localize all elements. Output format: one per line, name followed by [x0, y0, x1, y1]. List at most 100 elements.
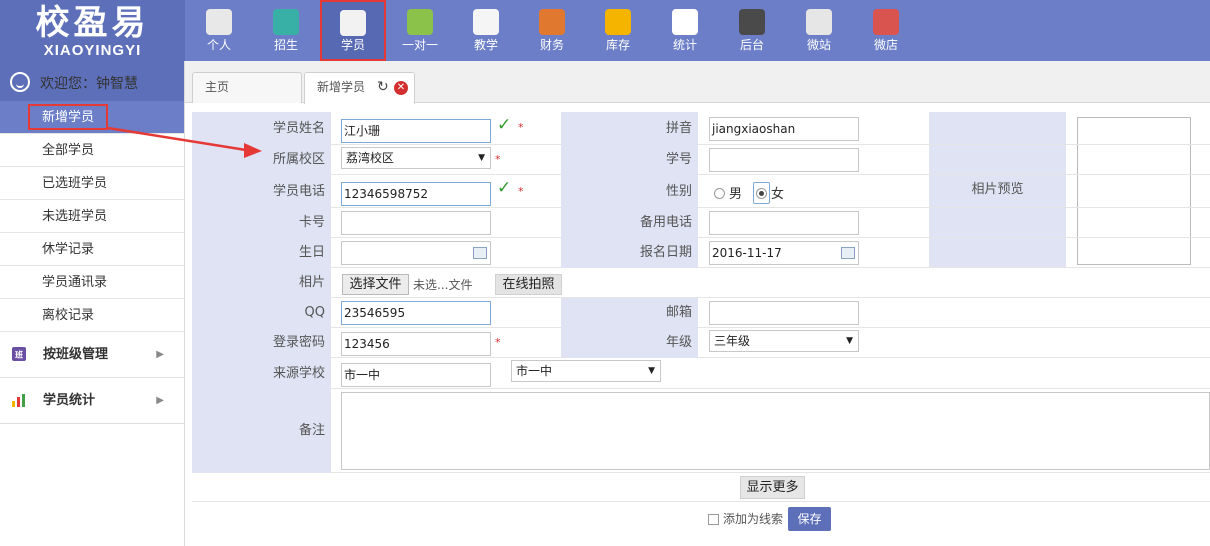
tab-label: 主页: [205, 80, 230, 94]
birthday-input[interactable]: [341, 241, 491, 265]
pie-chart-icon: [605, 9, 631, 35]
online-photo-button[interactable]: 在线拍照: [495, 274, 562, 295]
email-label: 邮箱: [561, 298, 698, 328]
check-icon: ✓: [497, 178, 512, 198]
sidebar-group-label: 按班级管理: [43, 347, 109, 362]
gender-female-radio[interactable]: [756, 188, 767, 199]
sidebar-group-student-stats[interactable]: 学员统计 ▶: [0, 378, 184, 424]
school-input[interactable]: 市一中: [341, 363, 491, 387]
grade-select[interactable]: 三年级 ▼: [709, 330, 859, 352]
nav-item-9[interactable]: 微站: [786, 0, 852, 61]
phone-label: 学员电话: [192, 175, 331, 208]
nav-label: 微站: [806, 38, 831, 52]
qq-input[interactable]: 23546595: [341, 301, 491, 325]
nav-item-10[interactable]: 微店: [853, 0, 919, 61]
password-label: 登录密码: [192, 328, 331, 358]
smiley-icon: [10, 72, 30, 92]
calendar-icon[interactable]: [841, 247, 855, 259]
gender-male-radio[interactable]: [714, 188, 725, 199]
campus-label: 所属校区: [192, 145, 331, 175]
pinyin-input[interactable]: jiangxiaoshan: [709, 117, 859, 141]
campus-select[interactable]: 荔湾校区 ▼: [341, 147, 491, 169]
welcome-text: 欢迎您：钟智慧: [40, 76, 138, 92]
required-mark: *: [518, 185, 524, 198]
chevron-down-icon: ▼: [478, 153, 485, 163]
nav-item-8[interactable]: 后台: [719, 0, 785, 61]
chevron-right-icon: ▶: [156, 349, 164, 360]
nav-item-6[interactable]: 库存: [585, 0, 651, 61]
nav-label: 学员: [340, 38, 365, 52]
save-button[interactable]: 保存: [788, 507, 831, 531]
photo-label: 相片: [192, 268, 331, 298]
school-select[interactable]: 市一中 ▼: [511, 360, 661, 382]
search-person-icon: [273, 9, 299, 35]
card-input[interactable]: [341, 211, 491, 235]
required-mark: *: [518, 121, 524, 134]
nav-label: 教学: [473, 38, 498, 52]
sidebar-item-label: 全部学员: [42, 143, 95, 158]
phone-input[interactable]: 12346598752: [341, 182, 491, 206]
sidebar-item-5[interactable]: 学员通讯录: [0, 266, 184, 299]
tab-new-student[interactable]: 新增学员 ↻ ✕: [304, 72, 415, 104]
add-as-lead-checkbox[interactable]: [708, 514, 719, 525]
student-no-input[interactable]: [709, 148, 859, 172]
nav-item-5[interactable]: 财务: [519, 0, 585, 61]
student-no-label: 学号: [561, 145, 698, 175]
chevron-right-icon: ▶: [156, 395, 164, 406]
birthday-label: 生日: [192, 238, 331, 268]
calendar-icon[interactable]: [473, 247, 487, 259]
nav-label: 微店: [873, 38, 898, 52]
sidebar-item-label: 休学记录: [42, 242, 95, 257]
sidebar-item-label: 已选班学员: [42, 176, 108, 191]
sidebar-group-class-manage[interactable]: 班 按班级管理 ▶: [0, 332, 184, 378]
shop-icon: [873, 9, 899, 35]
nav-label: 个人: [206, 38, 231, 52]
required-mark: *: [495, 153, 501, 166]
enroll-date-input[interactable]: 2016-11-17: [709, 241, 859, 265]
sidebar-item-4[interactable]: 休学记录: [0, 233, 184, 266]
nav-item-1[interactable]: 招生: [253, 0, 319, 61]
grade-select-value: 三年级: [714, 334, 751, 348]
enroll-date-value: 2016-11-17: [712, 246, 782, 260]
name-input[interactable]: 江小珊: [341, 119, 491, 143]
student-card-icon: [340, 10, 366, 36]
choose-file-button[interactable]: 选择文件: [342, 274, 409, 295]
show-more-row: [192, 473, 1210, 502]
email-input[interactable]: [709, 301, 859, 325]
remark-textarea[interactable]: [341, 392, 1210, 470]
alt-phone-label: 备用电话: [561, 208, 698, 238]
grade-label: 年级: [561, 328, 698, 358]
close-icon[interactable]: ✕: [394, 81, 408, 95]
gender-label: 性别: [561, 175, 698, 208]
nav-item-2[interactable]: 学员: [320, 0, 386, 61]
sidebar-item-6[interactable]: 离校记录: [0, 299, 184, 332]
nav-label: 财务: [539, 38, 564, 52]
nav-item-3[interactable]: 一对一: [387, 0, 453, 61]
password-input[interactable]: 123456: [341, 332, 491, 356]
sidebar: 欢迎您：钟智慧 新增学员 全部学员 已选班学员 未选班学员 休学记录 学员通讯录 离校记录 …: [0, 61, 185, 546]
tab-home[interactable]: 主页: [192, 72, 302, 103]
alt-phone-input[interactable]: [709, 211, 859, 235]
logo-chinese: 校盈易: [35, 3, 150, 43]
chat-icon: [407, 9, 433, 35]
sidebar-item-label: 未选班学员: [42, 209, 108, 224]
sidebar-item-3[interactable]: 未选班学员: [0, 200, 184, 233]
show-more-button[interactable]: 显示更多: [740, 476, 805, 499]
stats-icon: [12, 394, 25, 407]
school-label: 来源学校: [192, 358, 331, 389]
sidebar-item-1[interactable]: 全部学员: [0, 134, 184, 167]
gender-male-label: 男: [729, 187, 743, 202]
highlight-box: [28, 104, 108, 130]
welcome-bar: 欢迎您：钟智慧: [0, 61, 184, 101]
refresh-icon[interactable]: ↻: [377, 73, 389, 102]
check-icon: ✓: [497, 115, 512, 135]
nav-item-7[interactable]: 统计: [652, 0, 718, 61]
web-page-icon: [806, 9, 832, 35]
sidebar-item-2[interactable]: 已选班学员: [0, 167, 184, 200]
sidebar-item-label: 离校记录: [42, 308, 95, 323]
briefcase-icon: [539, 9, 565, 35]
nav-item-0[interactable]: 个人: [186, 0, 252, 61]
no-file-text: 未选...文件: [413, 278, 473, 292]
sidebar-item-0[interactable]: 新增学员: [0, 101, 184, 134]
nav-item-4[interactable]: 教学: [453, 0, 519, 61]
